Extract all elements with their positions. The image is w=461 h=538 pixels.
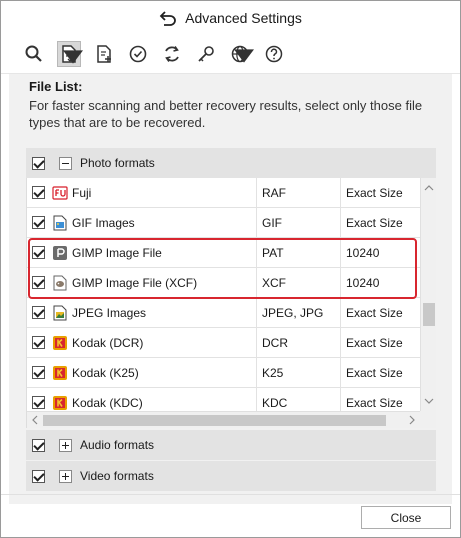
kodak-icon [52,395,68,411]
file-extension: DCR [256,327,340,358]
fuji-icon [52,185,68,201]
refresh-button[interactable] [161,43,183,65]
close-button[interactable]: Close [361,506,451,529]
file-type-name: GIF Images [72,215,135,230]
expand-toggle[interactable] [59,469,72,483]
gimp-xcf-icon [52,275,68,291]
file-type-name: Fuji [72,185,92,200]
footer-divider [1,494,460,495]
file-size: Exact Size [340,357,420,388]
key-icon [198,46,214,62]
chevron-down-icon[interactable] [424,396,434,406]
window-title: Advanced Settings [185,10,302,26]
group-label: Audio formats [80,438,155,452]
file-list-button[interactable] [57,41,83,67]
table-row[interactable]: Fuji RAF Exact Size [27,178,420,208]
group-label: Video formats [80,469,154,483]
vertical-scrollbar[interactable] [420,178,436,411]
check-circle-icon [129,45,147,63]
vertical-scroll-thumb[interactable] [423,303,435,327]
horizontal-scrollbar[interactable] [27,411,420,428]
table-row[interactable]: JPEG Images JPEG, JPG Exact Size [27,297,420,328]
add-file-icon [97,45,111,63]
file-type-name: Kodak (K25) [72,365,139,380]
table-row[interactable]: GIMP Image File PAT 10240 [27,237,420,268]
file-type-name: JPEG Images [72,305,147,320]
key-button[interactable] [195,43,217,65]
kodak-icon [52,365,68,381]
file-size: Exact Size [340,178,420,208]
file-extension: RAF [256,178,340,208]
video-formats-checkbox[interactable] [32,469,45,483]
file-size: Exact Size [340,297,420,328]
table-row[interactable]: Kodak (DCR) DCR Exact Size [27,327,420,358]
table-row[interactable]: GIMP Image File (XCF) XCF 10240 [27,267,420,298]
collapse-toggle[interactable] [59,156,72,170]
row-checkbox[interactable] [32,276,45,289]
file-extension: PAT [256,237,340,268]
back-icon[interactable] [159,10,177,26]
file-type-table: Fuji RAF Exact Size GIF Images GIF Exact Size… [26,178,436,428]
file-size: 10240 [340,237,420,268]
help-button[interactable] [263,43,285,65]
file-type-name: GIMP Image File (XCF) [72,275,198,290]
refresh-icon [165,46,179,62]
table-row[interactable]: GIF Images GIF Exact Size [27,207,420,238]
advanced-settings-window: Advanced Settings File List: For faster … [0,0,461,538]
language-button[interactable] [229,43,254,65]
jpeg-icon [52,305,68,321]
horizontal-scroll-thumb[interactable] [43,415,386,426]
add-file-button[interactable] [93,43,115,65]
group-label: Photo formats [80,156,155,170]
table-row[interactable]: Kodak (K25) K25 Exact Size [27,357,420,388]
search-button[interactable] [23,43,45,65]
gimp-pattern-icon [52,245,68,261]
row-checkbox[interactable] [32,306,45,319]
file-type-name: GIMP Image File [72,245,162,260]
file-extension: XCF [256,267,340,298]
title-bar: Advanced Settings [1,1,460,35]
file-list-description: For faster scanning and better recovery … [29,98,423,130]
chevron-right-icon[interactable] [407,415,417,425]
group-video-formats[interactable]: Video formats [26,461,436,491]
chevron-up-icon[interactable] [424,183,434,193]
group-audio-formats[interactable]: Audio formats [26,430,436,460]
chevron-down-icon [63,50,83,64]
file-extension: JPEG, JPG [256,297,340,328]
row-checkbox[interactable] [32,366,45,379]
search-icon [25,45,42,62]
file-size: Exact Size [340,327,420,358]
photo-formats-checkbox[interactable] [32,156,45,170]
kodak-icon [52,335,68,351]
row-checkbox[interactable] [32,216,45,229]
file-extension: GIF [256,207,340,238]
expand-toggle[interactable] [59,438,72,452]
check-button[interactable] [127,43,149,65]
file-type-name: Kodak (KDC) [72,395,143,410]
row-checkbox[interactable] [32,396,45,409]
chevron-down-icon [234,49,254,63]
file-size: Exact Size [340,207,420,238]
row-checkbox[interactable] [32,246,45,259]
audio-formats-checkbox[interactable] [32,438,45,452]
file-list-label: File List: [29,79,83,94]
toolbar [1,35,460,73]
help-icon [265,45,283,63]
file-type-name: Kodak (DCR) [72,335,144,350]
scroll-corner [420,411,436,428]
chevron-left-icon[interactable] [30,415,40,425]
group-photo-formats[interactable]: Photo formats [26,148,436,178]
file-size: 10240 [340,267,420,298]
gif-icon [52,215,68,231]
file-extension: K25 [256,357,340,388]
row-checkbox[interactable] [32,186,45,199]
row-checkbox[interactable] [32,336,45,349]
